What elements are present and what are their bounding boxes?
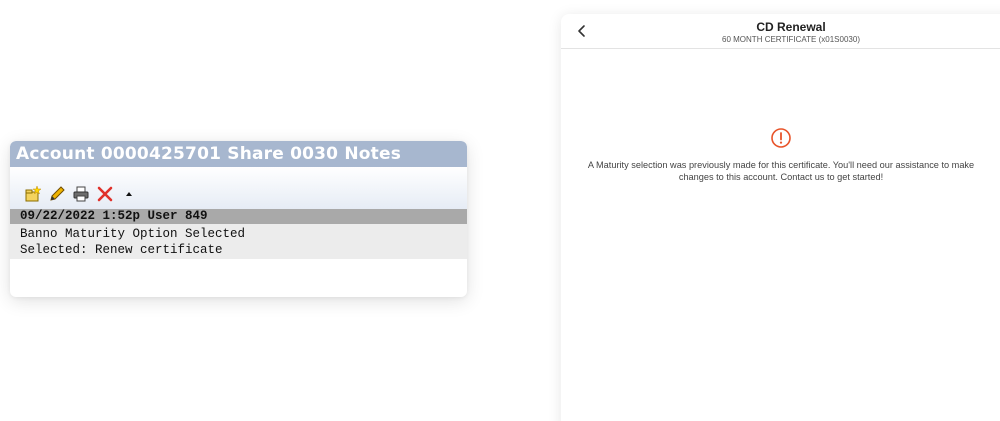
note-body: Banno Maturity Option Selected Selected:… <box>10 224 467 259</box>
back-chevron-icon[interactable] <box>575 22 589 40</box>
notes-toolbar <box>10 167 467 209</box>
notes-title: Account 0000425701 Share 0030 Notes <box>16 144 402 164</box>
notes-header: Account 0000425701 Share 0030 Notes <box>10 141 467 167</box>
page: Account 0000425701 Share 0030 Notes 09/2… <box>0 0 1000 421</box>
delete-x-icon[interactable] <box>96 185 114 203</box>
note-line: Selected: Renew certificate <box>20 243 223 257</box>
alert-message: A Maturity selection was previously made… <box>587 160 975 182</box>
panel-title: CD Renewal <box>756 20 826 34</box>
print-icon[interactable] <box>72 185 90 203</box>
renewal-panel: CD Renewal 60 MONTH CERTIFICATE (x01S003… <box>561 14 1000 421</box>
edit-pencil-icon[interactable] <box>48 185 66 203</box>
panel-header: CD Renewal 60 MONTH CERTIFICATE (x01S003… <box>561 14 1000 49</box>
note-meta-row: 09/22/2022 1:52p User 849 <box>10 209 467 224</box>
notes-card: Account 0000425701 Share 0030 Notes 09/2… <box>10 141 467 297</box>
note-line: Banno Maturity Option Selected <box>20 227 246 241</box>
collapse-arrow-icon[interactable] <box>120 185 138 203</box>
alert-block: A Maturity selection was previously made… <box>561 127 1000 183</box>
panel-subtitle: 60 MONTH CERTIFICATE (x01S0030) <box>722 35 860 44</box>
new-note-icon[interactable] <box>24 185 42 203</box>
exclamation-circle-icon <box>770 127 792 149</box>
